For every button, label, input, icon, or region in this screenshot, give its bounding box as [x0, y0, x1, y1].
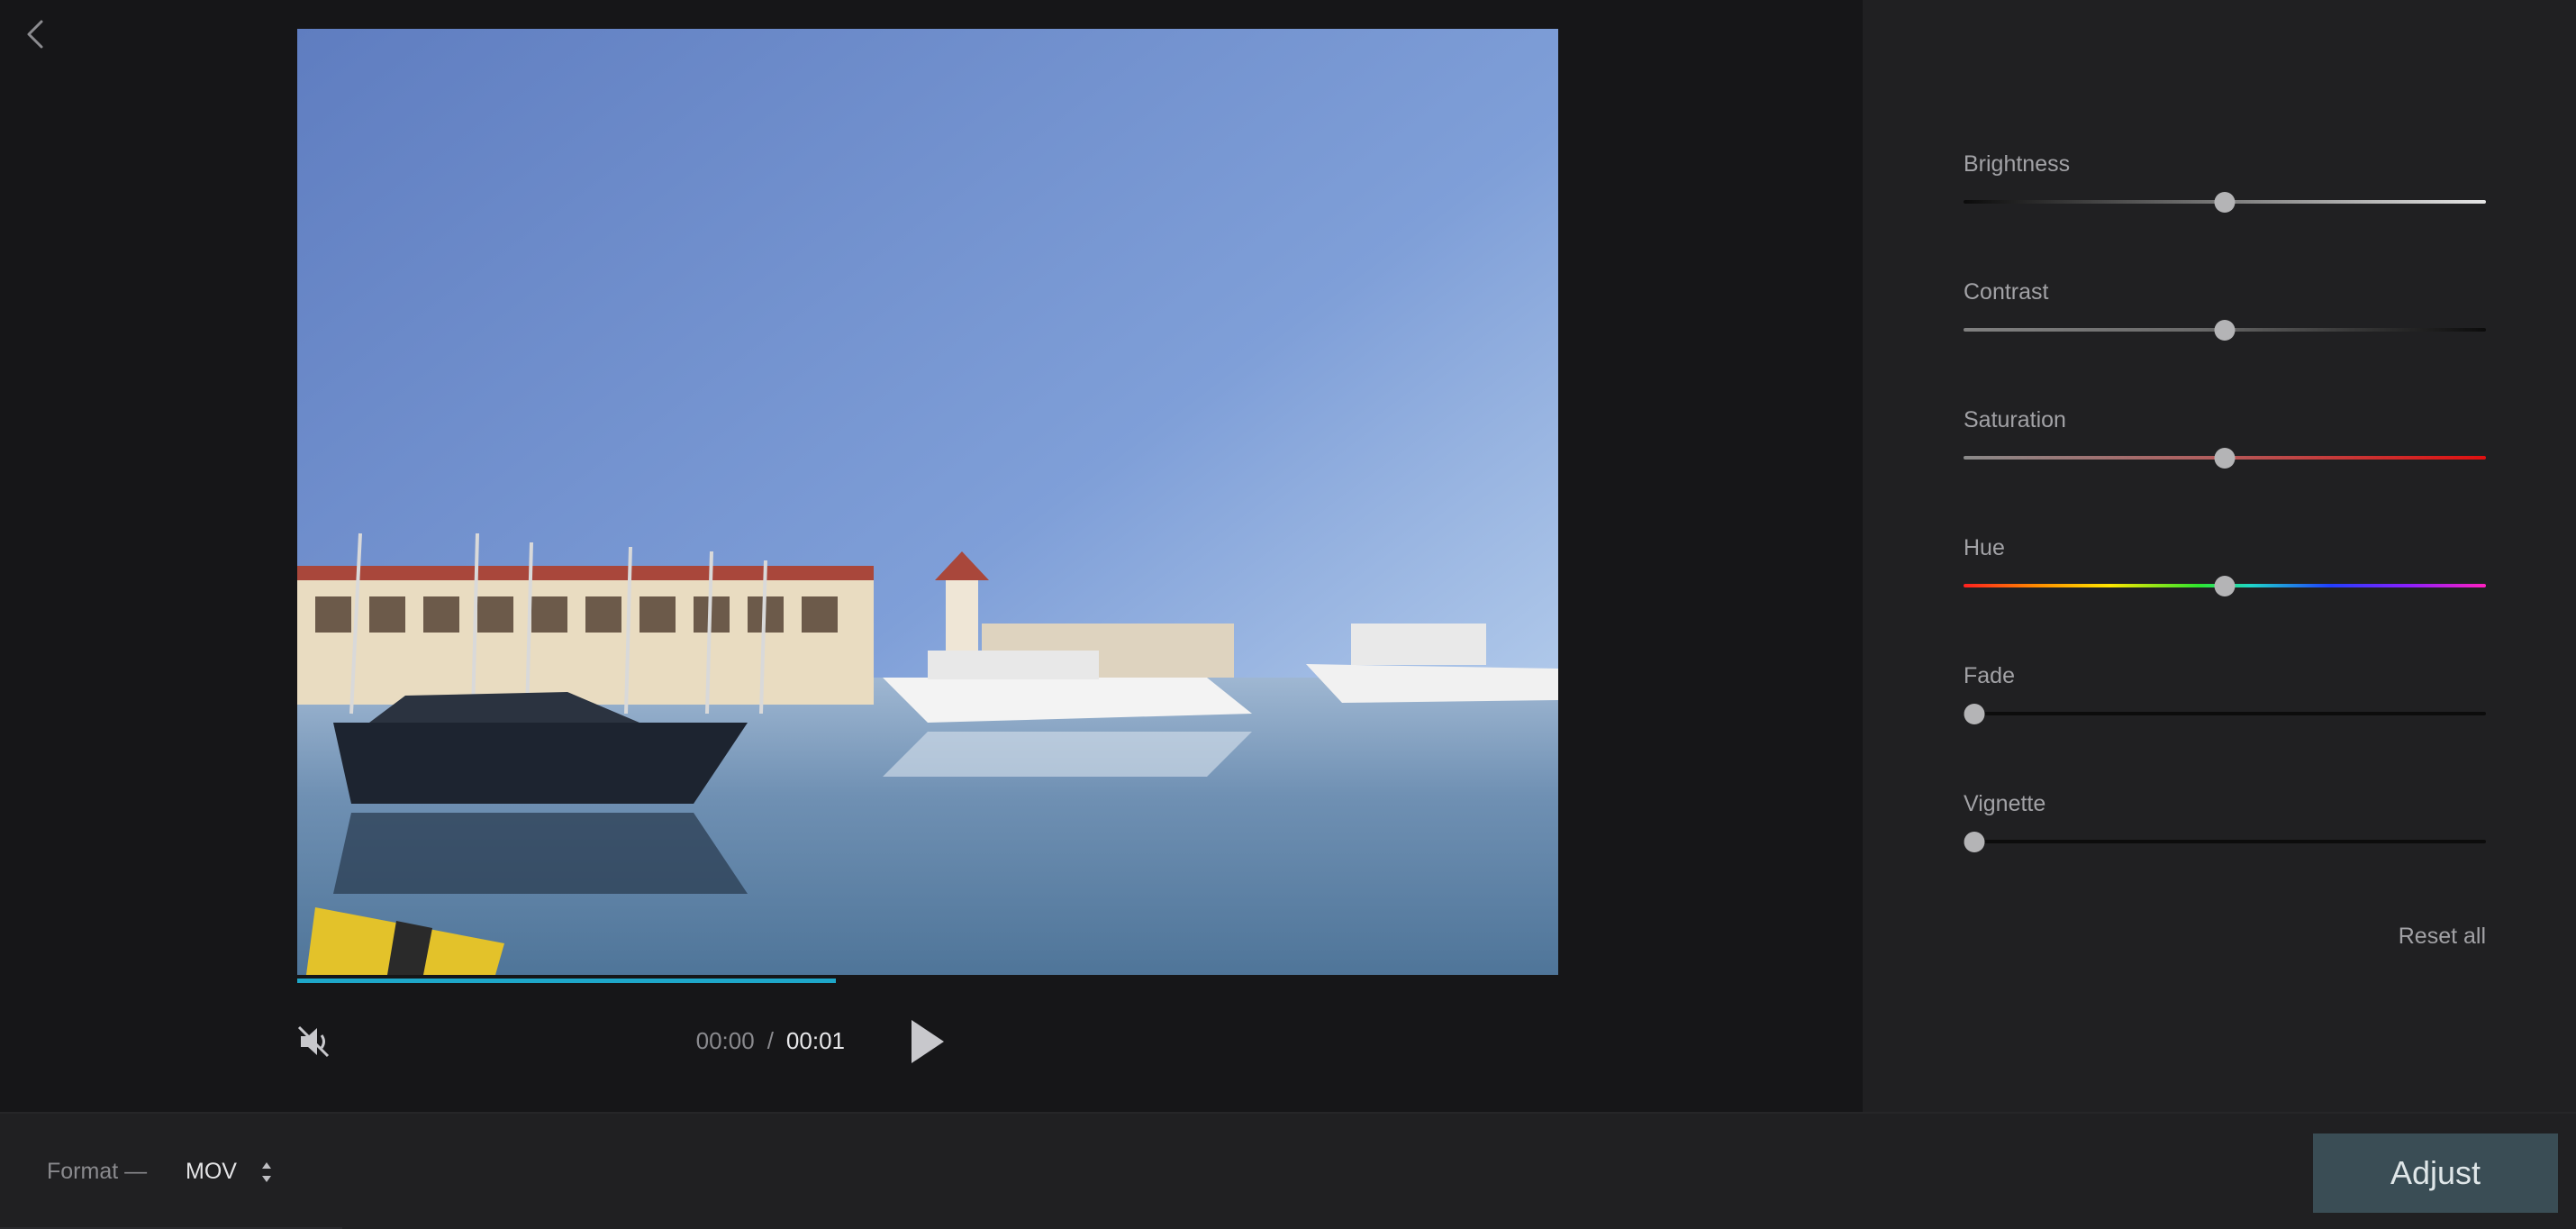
playback-progress[interactable]	[297, 979, 1558, 984]
adjustment-label: Contrast	[1964, 279, 2049, 305]
time-display: 00:00 / 00:01	[696, 1027, 845, 1055]
footer-bar: Format — MOV Adjust	[0, 1112, 2576, 1229]
adjustment-contrast: Contrast	[1964, 279, 2486, 341]
adjustment-label: Vignette	[1964, 791, 2046, 816]
adjustment-brightness: Brightness	[1964, 151, 2486, 213]
slider-thumb[interactable]	[2214, 320, 2236, 341]
adjust-button[interactable]: Adjust	[2313, 1133, 2558, 1213]
adjustment-label: Brightness	[1964, 151, 2071, 177]
adjustment-hue: Hue	[1964, 535, 2486, 596]
mute-button[interactable]	[294, 1022, 333, 1061]
slider-thumb[interactable]	[2214, 192, 2236, 213]
play-button[interactable]	[904, 1016, 949, 1067]
sort-arrows-icon[interactable]	[259, 1161, 274, 1184]
slider-thumb[interactable]	[2214, 448, 2236, 469]
video-frame[interactable]	[297, 29, 1558, 975]
adjustment-label: Fade	[1964, 663, 2015, 688]
current-time: 00:00	[695, 1027, 755, 1054]
adjustment-label: Saturation	[1964, 407, 2066, 432]
time-separator: /	[766, 1027, 774, 1054]
slider-track[interactable]	[1964, 712, 2486, 715]
slider-thumb[interactable]	[2214, 576, 2236, 596]
adjustments-panel: Brightness Contrast Saturation Hue Fade Vigne…	[1863, 0, 2576, 1112]
playback-progress-fill	[297, 979, 836, 983]
format-label: Format —	[47, 1159, 148, 1184]
preview-area: 00:00 / 00:01	[0, 0, 1863, 1112]
total-duration: 00:01	[785, 1027, 845, 1054]
slider-thumb[interactable]	[1964, 704, 1985, 724]
adjustment-fade: Fade	[1964, 663, 2486, 724]
slider-thumb[interactable]	[1964, 832, 1985, 852]
format-select[interactable]: MOV	[186, 1159, 237, 1185]
back-chevron-icon	[27, 20, 43, 49]
mute-icon	[297, 1025, 330, 1058]
back-button[interactable]	[20, 16, 52, 52]
video-thumbnail	[297, 29, 1558, 975]
adjustment-vignette: Vignette	[1964, 791, 2486, 852]
slider-track[interactable]	[1964, 840, 2486, 843]
adjustment-label: Hue	[1964, 535, 2005, 560]
play-icon	[912, 1020, 944, 1063]
reset-all-button[interactable]: Reset all	[2399, 924, 2486, 950]
adjustment-saturation: Saturation	[1964, 407, 2486, 469]
video-editor: 00:00 / 00:01 Brightness Contrast Saturation…	[0, 0, 2576, 1229]
